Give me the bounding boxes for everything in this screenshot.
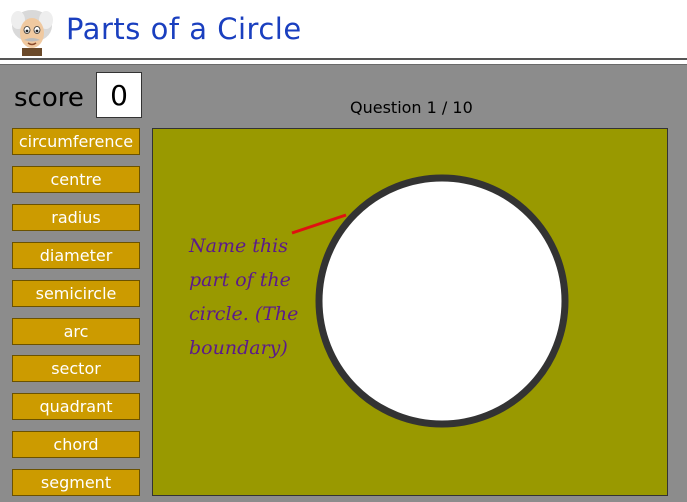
answer-button-diameter[interactable]: diameter bbox=[12, 242, 140, 269]
answer-button-arc[interactable]: arc bbox=[12, 318, 140, 345]
app-header: Parts of a Circle bbox=[0, 0, 687, 60]
answer-button-quadrant[interactable]: quadrant bbox=[12, 393, 140, 420]
circle-board: Name this part of the circle. (The bound… bbox=[152, 128, 668, 496]
answer-button-segment[interactable]: segment bbox=[12, 469, 140, 496]
game-panel: score 0 Question 1 / 10 circumference ce… bbox=[0, 64, 687, 502]
circle-shape bbox=[315, 174, 569, 428]
einstein-avatar-icon bbox=[11, 10, 53, 56]
answer-button-semicircle[interactable]: semicircle bbox=[12, 280, 140, 307]
answer-button-radius[interactable]: radius bbox=[12, 204, 140, 231]
answer-button-centre[interactable]: centre bbox=[12, 166, 140, 193]
answer-button-circumference[interactable]: circumference bbox=[12, 128, 140, 155]
answer-button-chord[interactable]: chord bbox=[12, 431, 140, 458]
page-title: Parts of a Circle bbox=[66, 12, 302, 46]
question-counter: Question 1 / 10 bbox=[350, 98, 473, 117]
score-value: 0 bbox=[96, 72, 142, 118]
question-prompt: Name this part of the circle. (The bound… bbox=[189, 235, 299, 359]
score-label: score bbox=[14, 83, 84, 113]
answer-button-sector[interactable]: sector bbox=[12, 355, 140, 382]
